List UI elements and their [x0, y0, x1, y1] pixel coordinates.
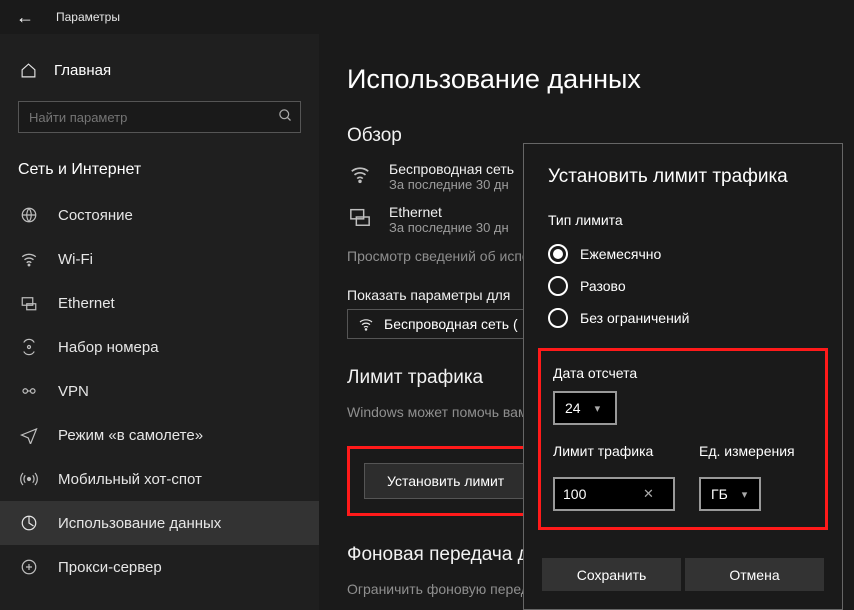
clear-icon[interactable]: ✕ — [643, 486, 654, 502]
network-sub: За последние 30 дн — [389, 220, 509, 235]
sidebar-item-hotspot[interactable]: Мобильный хот-спот — [0, 457, 319, 501]
wifi-icon — [358, 316, 374, 332]
save-button[interactable]: Сохранить — [542, 558, 681, 591]
search-icon[interactable] — [278, 108, 293, 123]
sidebar-item-label: Набор номера — [58, 339, 159, 356]
sidebar-item-label: Мобильный хот-спот — [58, 471, 202, 488]
vpn-icon — [18, 382, 40, 400]
proxy-icon — [18, 558, 40, 576]
sidebar-item-label: Состояние — [58, 207, 133, 224]
dialup-icon — [18, 338, 40, 356]
highlight-dialog-fields: Дата отсчета 24 ▾ Лимит трафика ✕ Ед. из… — [538, 348, 828, 530]
limit-amount-label: Лимит трафика — [553, 443, 675, 459]
chevron-down-icon: ▾ — [742, 488, 748, 501]
date-label: Дата отсчета — [553, 365, 813, 381]
wifi-icon — [347, 161, 373, 192]
sidebar-item-label: Использование данных — [58, 515, 221, 532]
cancel-button[interactable]: Отмена — [685, 558, 824, 591]
sidebar-item-label: Режим «в самолете» — [58, 427, 203, 444]
radio-label: Ежемесячно — [580, 246, 661, 262]
sidebar-home[interactable]: Главная — [0, 52, 319, 89]
ethernet-icon — [18, 294, 40, 312]
ethernet-icon — [347, 204, 373, 235]
unit-value: ГБ — [711, 486, 728, 502]
sidebar-item-dialup[interactable]: Набор номера — [0, 325, 319, 369]
radio-monthly[interactable]: Ежемесячно — [548, 238, 818, 270]
radio-label: Без ограничений — [580, 310, 689, 326]
search-input[interactable] — [18, 101, 301, 133]
sidebar-item-ethernet[interactable]: Ethernet — [0, 281, 319, 325]
chevron-down-icon: ▾ — [595, 402, 601, 415]
sidebar-item-wifi[interactable]: Wi-Fi — [0, 237, 319, 281]
radio-label: Разово — [580, 278, 626, 294]
sidebar-item-airplane[interactable]: Режим «в самолете» — [0, 413, 319, 457]
network-label: Беспроводная сеть — [389, 161, 514, 177]
network-label: Ethernet — [389, 204, 509, 220]
sidebar-item-vpn[interactable]: VPN — [0, 369, 319, 413]
topbar: ← Параметры — [0, 0, 854, 34]
limit-input-wrap: ✕ — [553, 477, 675, 511]
highlight-set-limit: Установить лимит — [347, 446, 544, 516]
search-input-wrap — [18, 101, 301, 133]
radio-unlimited[interactable]: Без ограничений — [548, 302, 818, 334]
network-sub: За последние 30 дн — [389, 177, 514, 192]
date-select[interactable]: 24 ▾ — [553, 391, 617, 425]
datausage-icon — [18, 514, 40, 532]
unit-select[interactable]: ГБ ▾ — [699, 477, 761, 511]
sidebar-item-label: Wi-Fi — [58, 251, 93, 268]
sidebar-category: Сеть и Интернет — [0, 151, 319, 193]
sidebar: Главная Сеть и Интернет Состояние Wi-Fi … — [0, 34, 319, 610]
sidebar-item-status[interactable]: Состояние — [0, 193, 319, 237]
show-for-value: Беспроводная сеть ( — [384, 316, 518, 332]
set-limit-dialog: Установить лимит трафика Тип лимита Ежем… — [523, 143, 843, 610]
app-title: Параметры — [56, 10, 120, 24]
date-value: 24 — [565, 400, 581, 416]
sidebar-item-label: Ethernet — [58, 295, 115, 312]
sidebar-item-label: VPN — [58, 383, 89, 400]
limit-type-label: Тип лимита — [548, 212, 818, 228]
radio-once[interactable]: Разово — [548, 270, 818, 302]
page-title: Использование данных — [347, 64, 854, 95]
status-icon — [18, 206, 40, 224]
radio-icon — [548, 244, 568, 264]
set-limit-button[interactable]: Установить лимит — [364, 463, 527, 499]
dialog-title: Установить лимит трафика — [548, 166, 818, 188]
show-for-dropdown[interactable]: Беспроводная сеть ( — [347, 309, 529, 339]
sidebar-item-datausage[interactable]: Использование данных — [0, 501, 319, 545]
radio-icon — [548, 308, 568, 328]
limit-input[interactable] — [563, 486, 643, 502]
unit-label: Ед. измерения — [699, 443, 795, 459]
sidebar-item-label: Прокси-сервер — [58, 559, 162, 576]
hotspot-icon — [18, 470, 40, 488]
back-arrow-icon[interactable]: ← — [16, 7, 34, 28]
airplane-icon — [18, 426, 40, 444]
radio-icon — [548, 276, 568, 296]
home-icon — [18, 62, 38, 79]
sidebar-item-proxy[interactable]: Прокси-сервер — [0, 545, 319, 589]
sidebar-home-label: Главная — [54, 62, 111, 79]
wifi-icon — [18, 250, 40, 268]
